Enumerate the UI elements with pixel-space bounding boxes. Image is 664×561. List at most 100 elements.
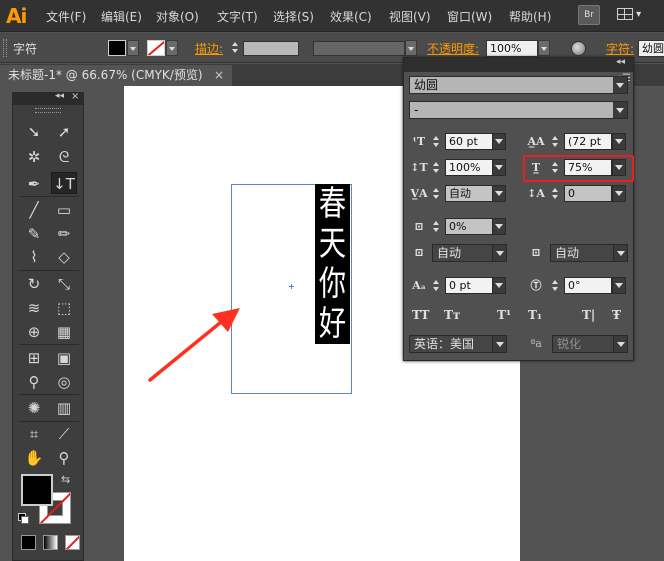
default-colors-icon[interactable] [18,513,29,524]
stroke-weight-stepper[interactable] [230,40,242,56]
selection-tool-icon[interactable]: ➘ [21,121,47,143]
kerning-dropdown[interactable] [492,185,506,202]
lasso-tool-icon[interactable]: ᘓ [51,146,77,168]
baseline-shift-field[interactable]: 0 pt [445,277,493,294]
baseline-shift-dropdown[interactable] [492,277,506,294]
column-graph-tool-icon[interactable]: ▥ [51,397,77,419]
magic-wand-tool-icon[interactable]: ✲ [21,146,47,168]
fill-color-box[interactable] [21,474,53,506]
character-label[interactable]: 字符: [606,40,634,57]
rotation-stepper[interactable] [551,277,561,295]
grip-icon[interactable] [3,39,7,57]
tsume-field[interactable]: 0% [445,218,493,235]
baseline-shift-stepper[interactable] [432,277,442,295]
paintbrush-tool-icon[interactable]: ✎ [21,223,47,245]
menu-select[interactable]: 选择(S) [273,8,314,25]
leading-dropdown[interactable] [612,133,626,150]
color-mode-icon[interactable] [21,535,36,550]
hand-tool-icon[interactable]: ✋ [21,447,47,469]
symbol-sprayer-tool-icon[interactable]: ✺ [21,397,47,419]
superscript-button[interactable]: T¹ [497,308,511,322]
rotation-field[interactable]: 0° [564,277,612,294]
fill-swatch[interactable] [108,40,126,56]
free-transform-tool-icon[interactable]: ⬚ [51,297,77,319]
subscript-button[interactable]: T₁ [528,308,542,322]
tools-panel-header[interactable]: ◂◂ × [13,91,83,105]
perspective-grid-tool-icon[interactable]: ▦ [51,321,77,343]
menu-view[interactable]: 视图(V) [389,8,431,25]
eraser-tool-icon[interactable]: ◇ [51,246,77,268]
opacity-field[interactable]: 100% [486,40,538,57]
direct-selection-tool-icon[interactable]: ➚ [51,121,77,143]
tsume-dropdown[interactable] [492,218,506,235]
underline-button[interactable]: T| [582,308,595,322]
swap-fill-stroke-icon[interactable]: ⇆ [61,473,70,486]
stroke-weight-field[interactable] [243,41,299,56]
fill-dropdown[interactable] [127,40,139,56]
kerning-field[interactable]: 自动 [445,185,493,202]
character-panel-header[interactable]: ◂◂ [404,57,633,72]
menu-file[interactable]: 文件(F) [46,8,86,25]
warp-tool-icon[interactable]: ≋ [21,297,47,319]
all-caps-button[interactable]: TT [412,308,429,322]
stroke-dropdown[interactable] [166,40,178,56]
menu-window[interactable]: 窗口(W) [447,8,492,25]
menu-type[interactable]: 文字(T) [217,8,258,25]
tracking-stepper[interactable] [551,185,561,203]
opacity-label[interactable]: 不透明度: [427,40,479,57]
shape-builder-tool-icon[interactable]: ⊕ [21,321,47,343]
pencil-tool-icon[interactable]: ✏ [51,223,77,245]
rotate-tool-icon[interactable]: ↻ [21,273,47,295]
strikethrough-button[interactable]: Ŧ [612,308,621,322]
opacity-dropdown[interactable] [538,40,550,56]
close-tab-icon[interactable]: × [214,65,224,86]
stroke-label[interactable]: 描边: [195,40,223,57]
workspace-switcher-button[interactable]: ▾ [617,5,655,25]
kerning-stepper[interactable] [432,185,442,203]
gradient-tool-icon[interactable]: ▣ [51,347,77,369]
line-tool-icon[interactable]: ╱ [21,199,47,221]
antialias-select[interactable]: 锐化 [552,335,628,353]
aki-left-select[interactable]: 自动 [432,244,507,262]
language-select[interactable]: 英语：美国 [409,335,507,353]
profile-dropdown[interactable] [405,40,417,56]
pen-tool-icon[interactable]: ✒ [21,173,47,195]
menu-effect[interactable]: 效果(C) [330,8,372,25]
document-tab[interactable]: 未标题-1* @ 66.67% (CMYK/预览) × [0,65,232,86]
menu-object[interactable]: 对象(O) [156,8,199,25]
variable-width-profile[interactable] [313,41,405,56]
blend-tool-icon[interactable]: ◎ [51,371,77,393]
tracking-dropdown[interactable] [612,185,626,202]
collapse-icon[interactable]: ◂◂ [55,91,64,101]
font-field[interactable]: 幼圆 [638,40,664,57]
leading-stepper[interactable] [551,133,561,151]
eyedropper-tool-icon[interactable]: ⚲ [21,371,47,393]
mesh-tool-icon[interactable]: ⊞ [21,347,47,369]
font-size-stepper[interactable] [432,133,442,151]
tracking-field[interactable]: 0 [564,185,612,202]
vertical-text-object[interactable]: 春 天 你 好 [315,184,350,344]
none-mode-icon[interactable] [65,535,80,550]
gradient-mode-icon[interactable] [43,535,58,550]
bridge-button[interactable]: Br [578,5,600,25]
leading-field[interactable]: (72 pt [564,133,612,150]
vertical-scale-field[interactable]: 100% [445,159,493,176]
font-family-select[interactable]: 幼圆 [409,76,628,94]
scale-tool-icon[interactable]: ⤡ [51,273,77,295]
rotation-dropdown[interactable] [612,277,626,294]
menu-edit[interactable]: 编辑(E) [101,8,142,25]
rectangle-tool-icon[interactable]: ▭ [51,199,77,221]
small-caps-button[interactable]: Tт [444,308,460,322]
close-panel-icon[interactable]: × [71,91,79,102]
vertical-scale-stepper[interactable] [432,159,442,177]
vertical-type-tool-icon[interactable]: ↓T [51,172,77,194]
aki-right-select[interactable]: 自动 [550,244,628,262]
artboard-tool-icon[interactable]: ⌗ [21,423,47,445]
blob-brush-tool-icon[interactable]: ⌇ [21,246,47,268]
collapse-icon[interactable]: ◂◂ [616,57,625,67]
font-style-select[interactable]: - [409,101,628,119]
recolor-globe-icon[interactable] [571,41,586,56]
stroke-swatch[interactable] [147,40,165,56]
zoom-tool-icon[interactable]: ⚲ [51,447,77,469]
font-size-field[interactable]: 60 pt [445,133,493,150]
